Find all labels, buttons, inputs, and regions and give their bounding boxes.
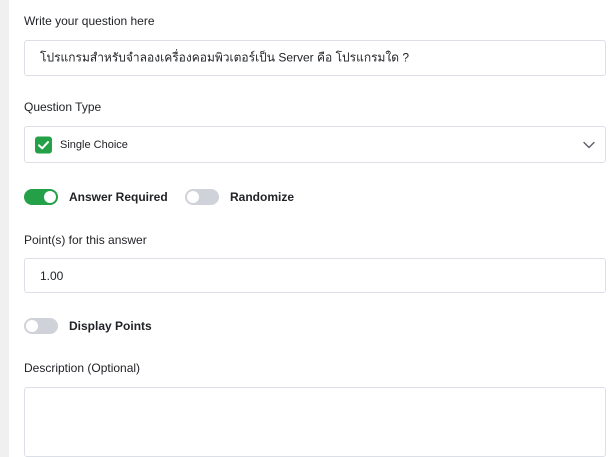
display-points-label: Display Points xyxy=(69,319,152,333)
question-input-value: โปรแกรมสำหรับจำลองเครื่องคอมพิวเตอร์เป็น… xyxy=(40,50,410,65)
display-points-toggle[interactable] xyxy=(24,318,58,334)
description-textarea[interactable] xyxy=(24,387,606,457)
chevron-down-icon xyxy=(583,136,595,154)
question-label: Write your question here xyxy=(24,14,155,28)
randomize-toggle[interactable] xyxy=(185,189,219,205)
answer-required-toggle[interactable] xyxy=(24,189,58,205)
randomize-label: Randomize xyxy=(230,190,295,204)
question-type-select[interactable]: Single Choice xyxy=(24,126,606,163)
answer-required-label: Answer Required xyxy=(69,190,168,204)
question-type-label: Question Type xyxy=(24,100,102,114)
points-input[interactable]: 1.00 xyxy=(24,258,606,293)
question-editor-panel: Write your question here โปรแกรมสำหรับจำ… xyxy=(9,0,610,457)
toggle-knob xyxy=(44,191,56,203)
toggle-knob xyxy=(26,320,38,332)
question-type-value: Single Choice xyxy=(60,138,128,151)
check-icon xyxy=(35,136,52,153)
question-input[interactable]: โปรแกรมสำหรับจำลองเครื่องคอมพิวเตอร์เป็น… xyxy=(24,40,606,76)
description-label: Description (Optional) xyxy=(24,361,141,375)
points-input-value: 1.00 xyxy=(40,268,64,283)
toggle-knob xyxy=(187,191,199,203)
points-label: Point(s) for this answer xyxy=(24,233,147,247)
